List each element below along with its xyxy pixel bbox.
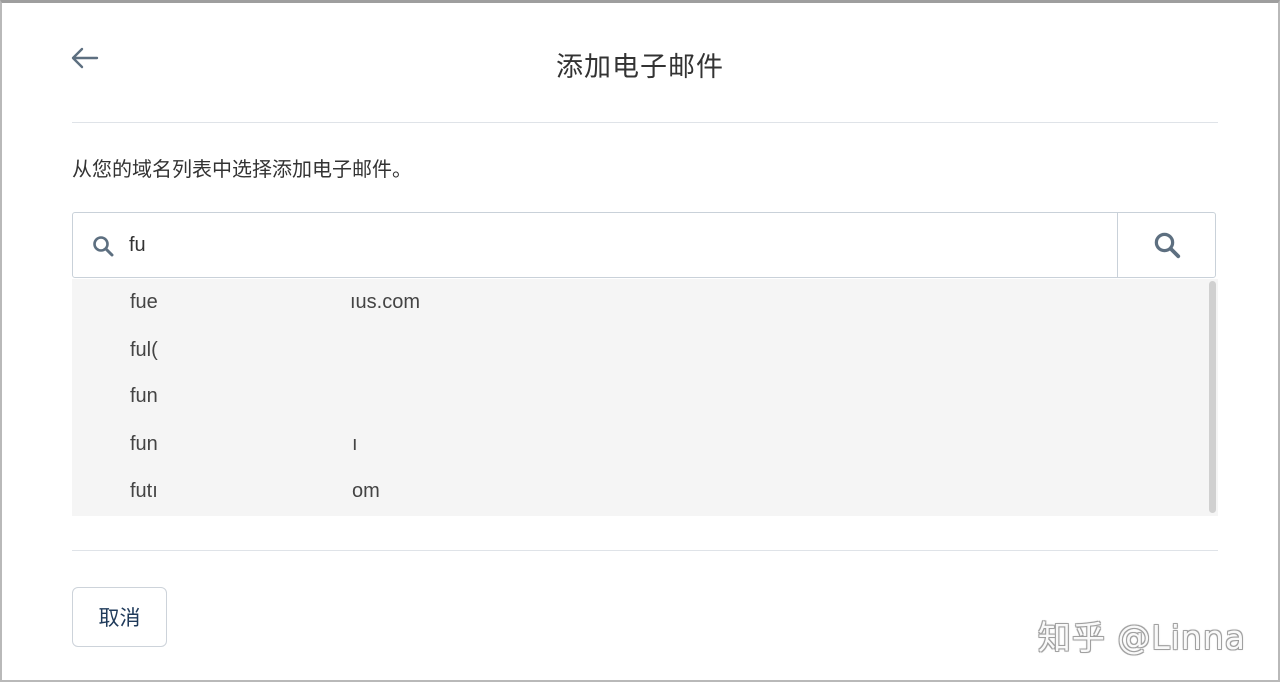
domain-search-box (72, 212, 1216, 278)
footer-divider (72, 550, 1218, 551)
list-item-prefix: futı (130, 480, 158, 502)
list-item-suffix: ı (352, 433, 358, 455)
list-item-suffix: ıus.com (350, 291, 421, 313)
search-icon (1154, 232, 1180, 259)
list-item-suffix: om (352, 480, 380, 502)
list-item[interactable]: futı om (130, 480, 380, 503)
domain-search-input[interactable] (129, 227, 1109, 263)
domain-suggestion-list: fue ıus.com ful( fun fun ı futı om (72, 279, 1218, 516)
list-item-prefix: fue (130, 291, 158, 313)
list-item[interactable]: fue ıus.com (130, 291, 420, 314)
header-divider (72, 122, 1218, 123)
list-item[interactable]: fun (130, 385, 158, 408)
list-item[interactable]: fun ı (130, 433, 358, 456)
search-submit-button[interactable] (1117, 213, 1215, 277)
search-icon (93, 236, 114, 257)
list-scrollbar[interactable] (1209, 281, 1216, 513)
list-item-prefix: fun (130, 385, 158, 407)
cancel-button[interactable]: 取消 (72, 587, 167, 647)
dialog-title: 添加电子邮件 (556, 52, 724, 83)
list-item-prefix: fun (130, 433, 158, 455)
watermark-text: 知乎 @Linna (1037, 618, 1246, 657)
dialog-window: 添加电子邮件 从您的域名列表中选择添加电子邮件。 fue ıus.com ful… (0, 0, 1280, 682)
list-item-prefix: ful( (130, 339, 158, 361)
list-item[interactable]: ful( (130, 339, 158, 362)
dialog-subtitle: 从您的域名列表中选择添加电子邮件。 (72, 157, 412, 181)
